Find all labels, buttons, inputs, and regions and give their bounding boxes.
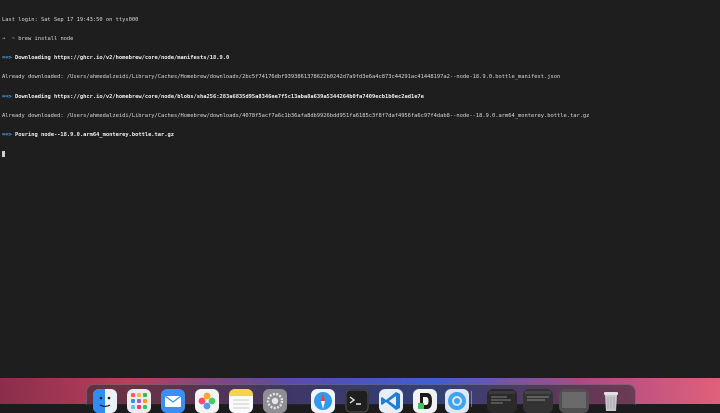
output-text: Already downloaded: /Users/ahmedalzeidi/… xyxy=(2,112,590,119)
terminal-line: Already downloaded: /Users/ahmedalzeidi/… xyxy=(2,113,589,119)
terminal-line: Last login: Sat Sep 17 19:43:50 on ttys0… xyxy=(2,17,589,23)
launchpad-icon[interactable] xyxy=(127,389,151,413)
vscode-icon[interactable] xyxy=(379,389,403,413)
dock-separator xyxy=(471,391,472,407)
last-login-text: Last login: Sat Sep 17 19:43:50 on ttys0… xyxy=(2,16,139,23)
prompt-arrow-icon: ➜ xyxy=(2,36,6,43)
window-thumbnail-icon[interactable] xyxy=(523,389,553,413)
terminal-window[interactable]: Last login: Sat Sep 17 19:43:50 on ttys0… xyxy=(0,0,720,378)
dock xyxy=(86,384,636,413)
notes-icon[interactable] xyxy=(229,389,253,413)
mail-icon[interactable] xyxy=(161,389,185,413)
status-text: Downloading https://ghcr.io/v2/homebrew/… xyxy=(15,55,230,62)
status-marker: ==> xyxy=(2,55,12,62)
safari-icon[interactable] xyxy=(311,389,335,413)
system-settings-icon[interactable] xyxy=(263,389,287,413)
terminal-line xyxy=(2,151,589,158)
terminal-line: ==> Downloading https://ghcr.io/v2/homeb… xyxy=(2,94,589,100)
command-text: brew install node xyxy=(18,36,74,43)
terminal-output: Last login: Sat Sep 17 19:43:50 on ttys0… xyxy=(2,4,589,170)
terminal-line: ==> Pouring node--18.9.0.arm64_monterey.… xyxy=(2,132,589,138)
status-marker: ==> xyxy=(2,93,12,100)
finder-icon[interactable] xyxy=(93,389,117,413)
terminal-line: ==> Downloading https://ghcr.io/v2/homeb… xyxy=(2,55,589,61)
prompt-cwd: ~ xyxy=(11,36,15,43)
terminal-line: ➜ ~ brew install node xyxy=(2,36,589,42)
status-text: Downloading https://ghcr.io/v2/homebrew/… xyxy=(15,93,424,100)
photos-icon[interactable] xyxy=(195,389,219,413)
window-thumbnail-icon[interactable] xyxy=(559,389,589,413)
terminal-icon[interactable] xyxy=(345,389,369,413)
document-app-icon[interactable] xyxy=(413,389,437,413)
status-marker: ==> xyxy=(2,132,12,139)
terminal-line: Already downloaded: /Users/ahmedalzeidi/… xyxy=(2,74,589,80)
window-thumbnail-icon[interactable] xyxy=(487,389,517,413)
status-text: Pouring node--18.9.0.arm64_monterey.bott… xyxy=(15,132,175,139)
trash-icon[interactable] xyxy=(599,389,623,413)
text-cursor xyxy=(2,151,5,158)
output-text: Already downloaded: /Users/ahmedalzeidi/… xyxy=(2,74,561,81)
browser-icon[interactable] xyxy=(445,389,469,413)
